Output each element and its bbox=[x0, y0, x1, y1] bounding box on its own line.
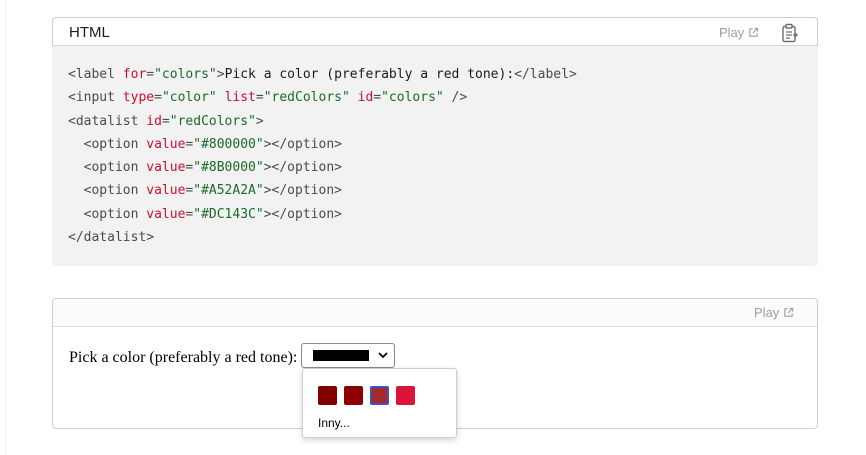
result-play-button[interactable]: Play bbox=[754, 305, 794, 320]
current-color-swatch bbox=[313, 350, 369, 361]
code-example: HTML Play <label for="colors">Pick a col… bbox=[52, 17, 818, 266]
code-token: "color" bbox=[161, 90, 217, 106]
code-line: </datalist> bbox=[68, 226, 577, 249]
code-line: <datalist id="redColors"> bbox=[68, 110, 577, 133]
code-token: id bbox=[357, 90, 374, 106]
live-result-header: Play bbox=[53, 299, 817, 327]
play-label: Play bbox=[719, 25, 745, 40]
code-line: <input type="color" list="redColors" id=… bbox=[68, 86, 577, 109]
play-button[interactable]: Play bbox=[719, 25, 759, 40]
code-token: ></option> bbox=[263, 183, 342, 199]
external-link-icon bbox=[749, 27, 759, 37]
code-token: for bbox=[122, 67, 147, 82]
code-token: value bbox=[146, 136, 186, 152]
color-input[interactable] bbox=[301, 343, 395, 368]
code-token: "redColors" bbox=[169, 113, 256, 129]
code-example-header: HTML Play bbox=[52, 17, 818, 46]
code-token: = bbox=[146, 67, 155, 82]
code-token: /> bbox=[443, 90, 468, 106]
code-token: > bbox=[216, 67, 225, 82]
code-block: <label for="colors">Pick a color (prefer… bbox=[68, 63, 577, 249]
code-line: <option value="#800000"></option> bbox=[68, 133, 577, 156]
code-token: ></option> bbox=[263, 160, 342, 176]
color-swatch-option[interactable] bbox=[370, 386, 389, 405]
code-token: value bbox=[146, 206, 186, 222]
code-token: Pick a color (preferably a red tone): bbox=[224, 67, 515, 82]
code-token: "#800000" bbox=[193, 136, 264, 152]
code-token: "#8B0000" bbox=[193, 160, 264, 176]
code-token: = bbox=[255, 90, 264, 106]
chevron-down-icon bbox=[378, 352, 388, 359]
code-token: ></option> bbox=[263, 206, 342, 222]
code-token: value bbox=[146, 183, 186, 199]
code-token: = bbox=[161, 113, 170, 129]
code-token: </datalist> bbox=[68, 230, 155, 246]
color-datalist-popup: Inny... bbox=[302, 368, 457, 438]
color-label: Pick a color (preferably a red tone): bbox=[69, 349, 298, 366]
code-token: </label> bbox=[514, 67, 577, 82]
code-token: <option bbox=[68, 160, 147, 176]
external-link-icon bbox=[784, 307, 794, 317]
code-token: "#A52A2A" bbox=[193, 183, 264, 199]
code-token: "#DC143C" bbox=[193, 206, 264, 222]
code-token: <datalist bbox=[68, 113, 147, 129]
code-token: > bbox=[255, 113, 264, 129]
code-token: id bbox=[146, 113, 162, 129]
color-swatch-option[interactable] bbox=[396, 386, 415, 405]
code-token: type bbox=[122, 90, 155, 106]
code-token: list bbox=[224, 90, 256, 106]
code-token: = bbox=[154, 90, 162, 106]
color-swatch-option[interactable] bbox=[344, 386, 363, 405]
code-token: <input bbox=[68, 90, 123, 106]
code-token: <option bbox=[68, 183, 147, 199]
other-color-option[interactable]: Inny... bbox=[318, 416, 350, 430]
left-rule bbox=[5, 0, 6, 455]
page: HTML Play <label for="colors">Pick a col… bbox=[0, 0, 866, 455]
code-token: <option bbox=[68, 206, 147, 222]
code-line: <option value="#DC143C"></option> bbox=[68, 203, 577, 226]
code-token: ></option> bbox=[263, 136, 342, 152]
code-token: = bbox=[373, 90, 382, 106]
code-token: <option bbox=[68, 136, 147, 152]
code-line: <option value="#A52A2A"></option> bbox=[68, 179, 577, 202]
code-token: value bbox=[146, 160, 186, 176]
code-token: <label bbox=[68, 67, 123, 82]
code-line: <label for="colors">Pick a color (prefer… bbox=[68, 63, 577, 86]
code-token: "colors" bbox=[381, 90, 444, 106]
code-token: "colors" bbox=[154, 67, 217, 82]
code-language-label: HTML bbox=[69, 24, 110, 41]
color-swatch-option[interactable] bbox=[318, 386, 337, 405]
result-play-label: Play bbox=[754, 305, 780, 320]
clipboard-icon[interactable] bbox=[781, 23, 799, 43]
code-line: <option value="#8B0000"></option> bbox=[68, 156, 577, 179]
code-token: "redColors" bbox=[263, 90, 350, 106]
